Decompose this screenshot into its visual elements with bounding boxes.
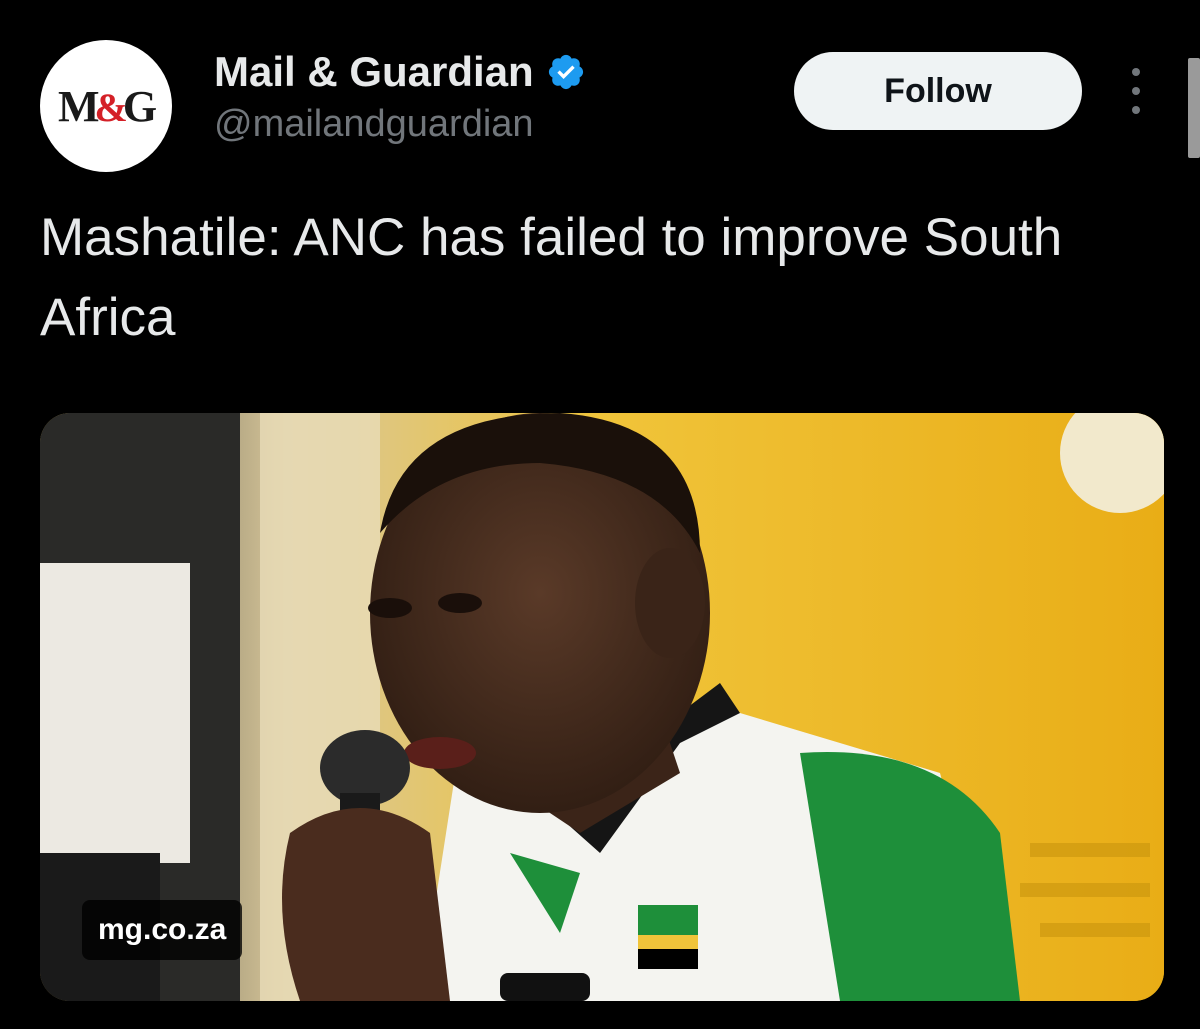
mg-logo: M & G xyxy=(57,81,157,132)
follow-button[interactable]: Follow xyxy=(794,52,1082,130)
tweet-text: Mashatile: ANC has failed to improve Sou… xyxy=(40,208,1063,347)
display-name[interactable]: Mail & Guardian xyxy=(214,51,534,93)
name-row: Mail & Guardian xyxy=(214,44,586,100)
verified-badge-icon xyxy=(548,54,583,90)
more-vertical-icon[interactable] xyxy=(1118,68,1154,114)
more-dot xyxy=(1132,106,1140,114)
more-dot xyxy=(1132,68,1140,76)
logo-letter-m: M xyxy=(57,81,99,131)
scrollbar[interactable] xyxy=(1188,58,1200,158)
more-dot xyxy=(1132,87,1140,95)
link-domain-badge: mg.co.za xyxy=(82,900,243,960)
logo-ampersand: & xyxy=(94,84,127,130)
account-handle[interactable]: @mailandguardian xyxy=(214,103,534,146)
avatar[interactable]: M & G xyxy=(40,40,172,172)
link-card-image[interactable]: mg.co.za xyxy=(40,413,1164,1001)
logo-letter-g: G xyxy=(122,81,157,131)
